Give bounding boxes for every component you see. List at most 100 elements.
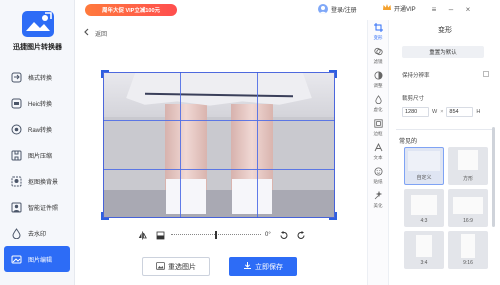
crown-icon — [382, 3, 392, 14]
vip-label: 开通VIP — [394, 7, 416, 13]
reset-label: 重置为默认 — [429, 50, 457, 56]
app-logo-icon — [21, 10, 55, 38]
crop-handle-top-right[interactable] — [329, 70, 337, 78]
tool-label: 调整 — [373, 83, 383, 88]
link-icon[interactable]: × — [440, 109, 443, 115]
preset-label: 自定义 — [416, 175, 432, 181]
tool-adjust[interactable]: 调整 — [368, 68, 388, 92]
close-icon[interactable]: × — [461, 3, 475, 15]
preset-4-3[interactable]: 4:3 — [404, 189, 444, 227]
back-label: 返回 — [95, 31, 108, 38]
tool-blur[interactable]: 虚化 — [368, 92, 388, 116]
crop-handle-bottom-left[interactable] — [101, 212, 109, 220]
tool-filter[interactable]: 滤镜 — [368, 44, 388, 68]
crop-border — [103, 72, 335, 218]
preset-custom[interactable]: 自定义 — [404, 147, 444, 185]
save-button[interactable]: 立即保存 — [229, 257, 297, 276]
slider-thumb[interactable] — [215, 231, 217, 239]
tool-label: 虚化 — [373, 107, 383, 112]
window-controls: ≡ – × — [427, 3, 475, 15]
convert-icon — [11, 72, 22, 83]
border-icon — [373, 119, 383, 130]
sidebar-item-label: 智能证件照 — [28, 205, 59, 212]
save-icon — [243, 261, 252, 272]
preset-square[interactable]: 方形 — [448, 147, 488, 185]
preset-label: 16:9 — [463, 218, 473, 224]
sidebar-item-label: 图片编辑 — [28, 257, 53, 264]
preset-shape — [416, 235, 432, 257]
preset-section-title: 常见的 — [399, 139, 418, 145]
preset-3-4[interactable]: 3:4 — [404, 231, 444, 269]
preset-label: 3:4 — [420, 260, 428, 266]
preset-shape — [461, 234, 475, 258]
tool-label: 贴纸 — [373, 179, 383, 184]
keep-ratio-checkbox[interactable] — [483, 71, 489, 77]
sidebar-item-id-photo[interactable]: 智能证件照 — [4, 194, 70, 220]
tool-transform[interactable]: 变形 — [368, 20, 388, 44]
width-value: 1280 — [405, 109, 418, 115]
tool-border[interactable]: 边框 — [368, 116, 388, 140]
image-canvas[interactable] — [103, 72, 335, 218]
filter-icon — [373, 47, 383, 58]
app-name: 迅捷图片转换器 — [13, 44, 62, 51]
keep-ratio-label: 保持分辨率 — [402, 73, 430, 79]
sidebar-item-watermark[interactable]: 去水印 — [4, 220, 70, 246]
sidebar-item-label: Raw转换 — [28, 127, 53, 134]
preset-label: 4:3 — [420, 218, 428, 224]
login-button[interactable]: 登录/注册 — [318, 4, 357, 14]
transform-panel: 变形 重置为默认 保持分辨率 裁剪尺寸 1280 W × 854 H 常见的 自… — [390, 20, 500, 285]
crop-handle-bottom-right[interactable] — [329, 212, 337, 220]
tool-beautify[interactable]: 美化 — [368, 188, 388, 212]
sidebar-item-cutout[interactable]: 抠图换背景 — [4, 168, 70, 194]
vip-button[interactable]: 开通VIP — [382, 3, 416, 14]
sidebar-item-label: 格式转换 — [28, 75, 53, 82]
panel-title: 变形 — [438, 27, 452, 34]
sidebar-nav: 格式转换 Heic转换 Raw转换 图片压缩 抠图换背景 智能证件照 去水印 图… — [4, 64, 70, 272]
preset-16-9[interactable]: 16:9 — [448, 189, 488, 227]
rotate-left-icon[interactable] — [279, 230, 289, 240]
preset-shape — [411, 195, 437, 215]
rotate-right-icon[interactable] — [297, 230, 307, 240]
width-input[interactable]: 1280 — [402, 107, 429, 117]
height-unit: H — [476, 109, 481, 115]
preset-shape — [458, 150, 478, 170]
sidebar-item-label: 抠图换背景 — [28, 179, 59, 186]
flip-vertical-icon[interactable] — [155, 230, 165, 240]
preset-shape — [453, 197, 483, 214]
sidebar-item-compress[interactable]: 图片压缩 — [4, 142, 70, 168]
login-label: 登录/注册 — [331, 7, 357, 14]
sticker-icon — [374, 167, 383, 178]
promo-banner[interactable]: 周年大促 VIP立减100元 — [85, 4, 177, 16]
height-input[interactable]: 854 — [446, 107, 474, 117]
flip-horizontal-icon[interactable] — [137, 230, 147, 240]
sidebar-item-heic[interactable]: Heic转换 — [4, 90, 70, 116]
reset-button[interactable]: 重置为默认 — [402, 46, 484, 58]
sidebar-item-format-convert[interactable]: 格式转换 — [4, 64, 70, 90]
sidebar-item-raw[interactable]: Raw转换 — [4, 116, 70, 142]
tool-sticker[interactable]: 贴纸 — [368, 164, 388, 188]
back-button[interactable]: 返回 — [83, 28, 107, 38]
tool-column: 变形 滤镜 调整 虚化 边框 文本 贴纸 美化 — [367, 20, 389, 285]
tool-label: 边框 — [373, 131, 383, 136]
minimize-icon[interactable]: – — [444, 3, 458, 15]
crop-handle-top-left[interactable] — [101, 70, 109, 78]
sidebar-item-edit[interactable]: 图片编辑 — [4, 246, 70, 272]
preset-9-16[interactable]: 9:16 — [448, 231, 488, 269]
tool-text[interactable]: 文本 — [368, 140, 388, 164]
size-label: 裁剪尺寸 — [402, 96, 425, 102]
sidebar: 迅捷图片转换器 格式转换 Heic转换 Raw转换 图片压缩 抠图换背景 智能证… — [0, 0, 75, 285]
preset-label: 方形 — [462, 176, 473, 182]
beautify-icon — [374, 190, 383, 202]
save-label: 立即保存 — [255, 263, 283, 271]
heic-icon — [11, 98, 22, 109]
sidebar-item-label: Heic转换 — [28, 101, 53, 108]
height-value: 854 — [449, 109, 459, 115]
tool-label: 美化 — [373, 203, 383, 208]
edit-icon — [11, 254, 22, 265]
reselect-image-button[interactable]: 重选图片 — [142, 257, 210, 276]
panel-scrollbar[interactable] — [492, 127, 495, 227]
menu-icon[interactable]: ≡ — [427, 3, 441, 15]
sidebar-item-label: 去水印 — [28, 231, 47, 238]
id-photo-icon — [11, 202, 22, 213]
rotation-slider[interactable] — [171, 230, 261, 240]
